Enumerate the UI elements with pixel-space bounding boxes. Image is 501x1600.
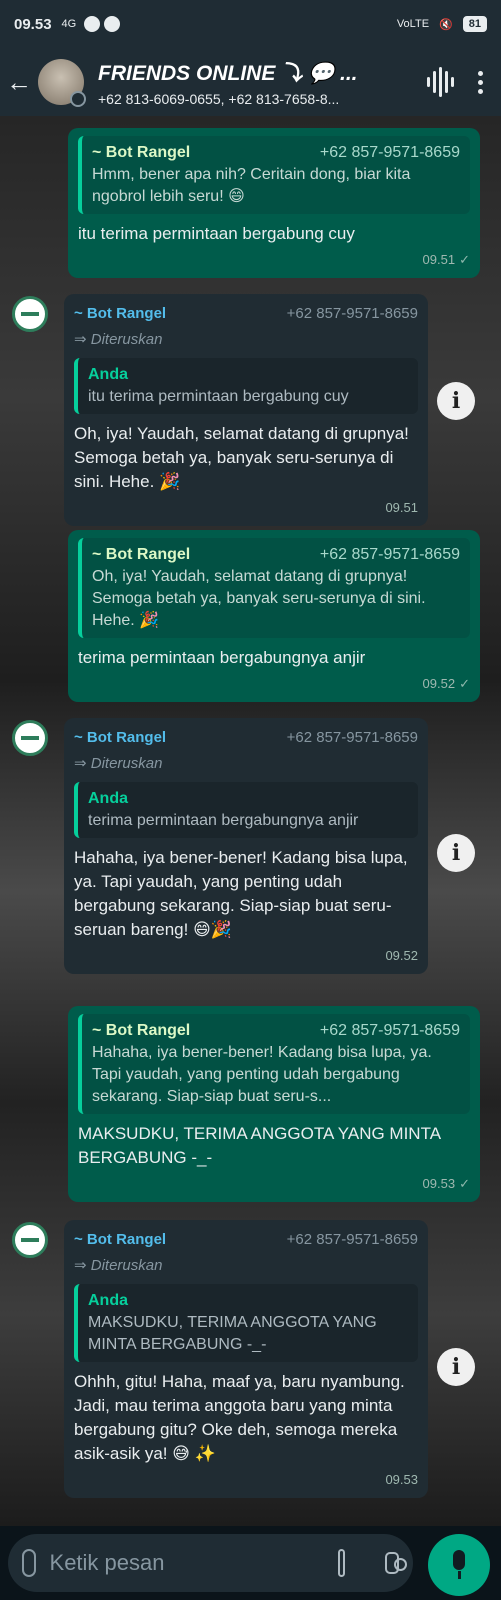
- bot-avatar[interactable]: [12, 1222, 48, 1258]
- message-text: terima permintaan bergabungnya anjir: [78, 648, 366, 667]
- quote-author: Anda: [88, 1292, 128, 1309]
- quote-author: ~ Bot Rangel: [92, 546, 191, 563]
- message-text: Oh, iya! Yaudah, selamat datang di grupn…: [74, 424, 409, 491]
- quoted-message[interactable]: Anda itu terima permintaan bergabung cuy: [74, 358, 418, 414]
- bot-avatar[interactable]: [12, 720, 48, 756]
- quote-phone: +62 857-9571-8659: [319, 144, 460, 161]
- attach-icon[interactable]: [337, 1549, 346, 1577]
- message-outgoing[interactable]: ~ Bot Rangel +62 857-9571-8659 Hahaha, iy…: [68, 1006, 480, 1202]
- voice-chat-icon[interactable]: [427, 67, 454, 97]
- quote-text: Oh, iya! Yaudah, selamat datang di grupn…: [92, 568, 426, 629]
- message-time: 09.51: [422, 252, 456, 267]
- group-name: FRIENDS ONLINE ⤵ 💬 ...: [98, 62, 358, 85]
- message-outgoing[interactable]: ~ Bot Rangel +62 857-9571-8659 Hmm, bener…: [68, 128, 480, 278]
- forwarded-label: ⇒ Diteruskan: [74, 331, 163, 348]
- forwarded-label: ⇒ Diteruskan: [74, 755, 163, 772]
- message-input[interactable]: [49, 1550, 338, 1576]
- sender-name[interactable]: ~ Bot Rangel: [74, 1228, 166, 1252]
- mute-icon: 🔇: [439, 18, 453, 31]
- message-outgoing[interactable]: ~ Bot Rangel +62 857-9571-8659 Oh, iya! Y…: [68, 530, 480, 702]
- group-info[interactable]: FRIENDS ONLINE ⤵ 💬 ... +62 813-6069-0655…: [98, 57, 388, 107]
- back-arrow-icon[interactable]: ←: [0, 67, 38, 98]
- message-time: 09.53: [422, 1176, 456, 1191]
- forward-icon: ⇒: [74, 1257, 91, 1274]
- more-options-icon[interactable]: [478, 70, 483, 94]
- sender-phone: +62 857-9571-8659: [286, 729, 418, 746]
- chat-header: ← FRIENDS ONLINE ⤵ 💬 ... +62 813-6069-06…: [0, 48, 501, 116]
- message-text: Ohhh, gitu! Haha, maaf ya, baru nyambung…: [74, 1372, 405, 1463]
- message-text: MAKSUDKU, TERIMA ANGGOTA YANG MINTA BERG…: [78, 1124, 441, 1167]
- battery-indicator: 81: [462, 16, 487, 32]
- mic-button[interactable]: [428, 1534, 490, 1596]
- status-time: 09.53: [14, 15, 52, 33]
- whatsapp-icon: [84, 16, 101, 32]
- camera-icon[interactable]: [385, 1552, 407, 1574]
- emoji-icon[interactable]: [22, 1549, 36, 1577]
- sender-name[interactable]: ~ Bot Rangel: [74, 302, 166, 326]
- quote-text: terima permintaan bergabungnya anjir: [88, 812, 359, 829]
- forward-icon: ⇒: [74, 331, 91, 348]
- disappearing-timer-icon: [70, 91, 86, 107]
- forward-icon: ⇒: [74, 755, 91, 772]
- quote-phone: +62 857-9571-8659: [319, 546, 460, 563]
- sent-check-icon: ✓: [459, 252, 470, 267]
- quoted-message[interactable]: ~ Bot Rangel +62 857-9571-8659 Hahaha, iy…: [78, 1014, 470, 1114]
- message-incoming[interactable]: ~ Bot Rangel +62 857-9571-8659 ⇒ Diterusk…: [64, 1220, 428, 1498]
- message-text: Hahaha, iya bener-bener! Kadang bisa lup…: [74, 848, 408, 939]
- quote-text: Hahaha, iya bener-bener! Kadang bisa lup…: [92, 1044, 432, 1105]
- group-members: +62 813-6069-0655, +62 813-7658-8...: [98, 91, 340, 107]
- message-list[interactable]: ~ Bot Rangel +62 857-9571-8659 Hmm, bener…: [0, 116, 501, 1526]
- quote-text: Hmm, bener apa nih? Ceritain dong, biar …: [92, 166, 411, 205]
- info-icon[interactable]: i: [437, 382, 475, 420]
- quote-text: itu terima permintaan bergabung cuy: [88, 388, 349, 405]
- quote-author: ~ Bot Rangel: [92, 144, 191, 161]
- quoted-message[interactable]: ~ Bot Rangel +62 857-9571-8659 Oh, iya! Y…: [78, 538, 470, 638]
- message-time: 09.52: [422, 676, 456, 691]
- group-avatar[interactable]: [38, 59, 86, 107]
- quoted-message[interactable]: ~ Bot Rangel +62 857-9571-8659 Hmm, bener…: [78, 136, 470, 214]
- info-icon[interactable]: i: [437, 1348, 475, 1386]
- composer: [8, 1534, 413, 1592]
- quote-author: ~ Bot Rangel: [92, 1022, 191, 1039]
- sender-name[interactable]: ~ Bot Rangel: [74, 726, 166, 750]
- message-time: 09.51: [385, 500, 418, 515]
- forwarded-label: ⇒ Diteruskan: [74, 1257, 163, 1274]
- quoted-message[interactable]: Anda MAKSUDKU, TERIMA ANGGOTA YANG MINTA…: [74, 1284, 418, 1362]
- sender-phone: +62 857-9571-8659: [286, 1231, 418, 1248]
- info-icon[interactable]: i: [437, 834, 475, 872]
- composer-bar: [0, 1526, 501, 1600]
- status-bar: 09.53 4G VoLTE 🔇 81: [0, 0, 501, 48]
- quote-author: Anda: [88, 790, 128, 807]
- quote-phone: +62 857-9571-8659: [319, 1022, 460, 1039]
- message-incoming[interactable]: ~ Bot Rangel +62 857-9571-8659 ⇒ Diterusk…: [64, 294, 428, 526]
- signal-indicator: 4G: [61, 18, 77, 30]
- quoted-message[interactable]: Anda terima permintaan bergabungnya anji…: [74, 782, 418, 838]
- message-time: 09.53: [385, 1472, 418, 1487]
- sender-phone: +62 857-9571-8659: [286, 305, 418, 322]
- quote-author: Anda: [88, 366, 128, 383]
- message-text: itu terima permintaan bergabung cuy: [78, 224, 355, 243]
- volte-indicator: VoLTE: [396, 18, 430, 30]
- sent-check-icon: ✓: [459, 676, 470, 691]
- message-time: 09.52: [385, 948, 418, 963]
- google-icon: [104, 16, 121, 32]
- quote-text: MAKSUDKU, TERIMA ANGGOTA YANG MINTA BERG…: [88, 1314, 377, 1353]
- message-incoming[interactable]: ~ Bot Rangel +62 857-9571-8659 ⇒ Diterusk…: [64, 718, 428, 974]
- sent-check-icon: ✓: [459, 1176, 470, 1191]
- bot-avatar[interactable]: [12, 296, 48, 332]
